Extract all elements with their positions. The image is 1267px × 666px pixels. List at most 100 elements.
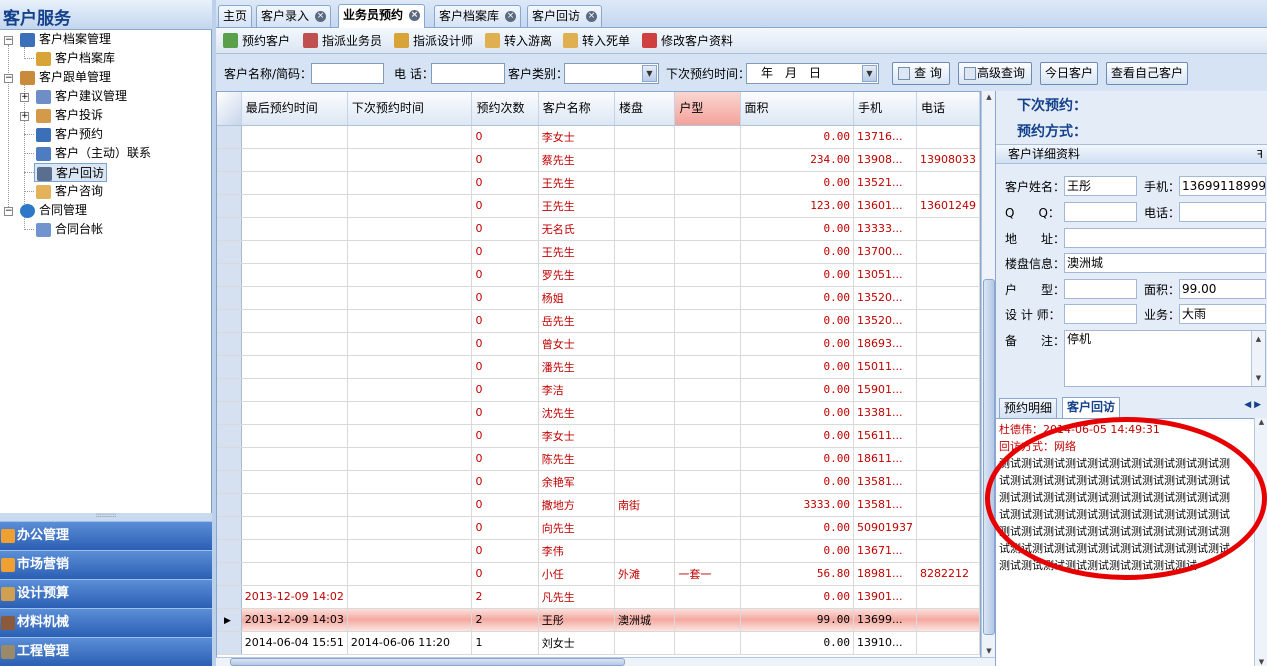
scroll-up-icon[interactable]: ▲: [1255, 418, 1267, 426]
table-cell[interactable]: [916, 309, 980, 333]
col-customer-name[interactable]: 客户名称: [538, 92, 615, 126]
tab-home[interactable]: 主页: [218, 5, 253, 27]
table-row[interactable]: 2013-12-09 14:02 2 凡先生 0.00 13901...: [217, 585, 980, 609]
table-cell[interactable]: [241, 194, 348, 218]
table-cell[interactable]: 曾女士: [538, 332, 615, 356]
table-row[interactable]: 0 小任 外滩 一套一 56.80 18981... 8282212: [217, 562, 980, 586]
table-cell[interactable]: [614, 217, 676, 241]
table-cell[interactable]: [241, 240, 348, 264]
tel-field[interactable]: [1179, 202, 1266, 222]
table-cell[interactable]: [347, 263, 473, 287]
table-cell[interactable]: 13521...: [853, 171, 917, 195]
table-cell[interactable]: [916, 171, 980, 195]
table-cell[interactable]: 李女士: [538, 424, 615, 448]
tree-item-archive-lib[interactable]: 客户档案库: [36, 49, 115, 68]
table-cell[interactable]: 0: [471, 309, 539, 333]
table-cell[interactable]: [347, 240, 473, 264]
table-row[interactable]: 0 曾女士 0.00 18693...: [217, 332, 980, 356]
phone-input[interactable]: [431, 63, 505, 84]
table-cell[interactable]: [241, 263, 348, 287]
table-cell[interactable]: [916, 631, 980, 655]
scroll-down-icon[interactable]: ▼: [1252, 370, 1265, 386]
table-cell[interactable]: [916, 447, 980, 471]
table-cell[interactable]: 澳洲城: [614, 608, 676, 632]
row-indicator[interactable]: [217, 171, 242, 195]
table-cell[interactable]: [614, 516, 676, 540]
expand-toggle[interactable]: +: [20, 93, 29, 102]
table-cell[interactable]: [674, 240, 741, 264]
table-cell[interactable]: 0: [471, 217, 539, 241]
table-row[interactable]: 0 李女士 0.00 15611...: [217, 424, 980, 448]
table-cell[interactable]: [674, 631, 741, 655]
table-cell[interactable]: [347, 585, 473, 609]
table-cell[interactable]: 13716...: [853, 125, 917, 149]
table-cell[interactable]: [347, 447, 473, 471]
table-cell[interactable]: 0.00: [740, 332, 854, 356]
table-cell[interactable]: [241, 125, 348, 149]
close-icon[interactable]: ×: [315, 11, 327, 22]
table-cell[interactable]: 99.00: [740, 608, 854, 632]
move-free-button[interactable]: 转入游离: [485, 32, 552, 50]
table-cell[interactable]: 0.00: [740, 355, 854, 379]
nav-marketing[interactable]: 市场营销: [0, 550, 212, 579]
table-cell[interactable]: [916, 585, 980, 609]
table-cell[interactable]: 2: [471, 585, 539, 609]
table-cell[interactable]: [614, 125, 676, 149]
table-row[interactable]: 0 撒地方 南街 3333.00 13581...: [217, 493, 980, 517]
table-cell[interactable]: 3333.00: [740, 493, 854, 517]
table-cell[interactable]: 0: [471, 240, 539, 264]
table-cell[interactable]: [347, 332, 473, 356]
table-cell[interactable]: [347, 309, 473, 333]
table-cell[interactable]: 0.00: [740, 585, 854, 609]
scroll-down-icon[interactable]: ▼: [983, 645, 995, 657]
table-cell[interactable]: 0: [471, 125, 539, 149]
table-cell[interactable]: [674, 125, 741, 149]
scroll-thumb[interactable]: [983, 279, 995, 635]
table-cell[interactable]: [674, 286, 741, 310]
table-cell[interactable]: 蔡先生: [538, 148, 615, 172]
table-cell[interactable]: [614, 194, 676, 218]
table-row[interactable]: 0 余艳军 0.00 13581...: [217, 470, 980, 494]
table-cell[interactable]: [241, 539, 348, 563]
edit-customer-button[interactable]: 修改客户资料: [642, 32, 733, 50]
table-cell[interactable]: 0: [471, 401, 539, 425]
row-indicator[interactable]: [217, 424, 242, 448]
tab-customer-entry[interactable]: 客户录入 ×: [256, 5, 332, 27]
table-cell[interactable]: 18693...: [853, 332, 917, 356]
row-indicator[interactable]: [217, 447, 242, 471]
row-indicator[interactable]: [217, 631, 242, 655]
table-cell[interactable]: [241, 355, 348, 379]
table-cell[interactable]: 13520...: [853, 309, 917, 333]
table-cell[interactable]: 沈先生: [538, 401, 615, 425]
collapse-toggle[interactable]: −: [4, 207, 13, 216]
table-cell[interactable]: 0: [471, 493, 539, 517]
table-row[interactable]: 0 李伟 0.00 13671...: [217, 539, 980, 563]
col-estate[interactable]: 楼盘: [614, 92, 676, 126]
table-cell[interactable]: 0.00: [740, 539, 854, 563]
col-next-appoint[interactable]: 下次预约时间: [347, 92, 473, 126]
table-cell[interactable]: [347, 401, 473, 425]
table-cell[interactable]: 2013-12-09 14:02: [241, 585, 348, 609]
table-cell[interactable]: [674, 539, 741, 563]
tree-item-revisit[interactable]: 客户回访: [34, 163, 108, 182]
row-indicator[interactable]: [217, 516, 242, 540]
table-cell[interactable]: 18611...: [853, 447, 917, 471]
table-cell[interactable]: [916, 355, 980, 379]
table-cell[interactable]: 0.00: [740, 631, 854, 655]
table-cell[interactable]: [674, 355, 741, 379]
col-area[interactable]: 面积: [740, 92, 854, 126]
tab-customer-revisit[interactable]: 客户回访: [1062, 397, 1121, 419]
table-row[interactable]: 2014-06-04 15:51 2014-06-06 11:20 1 刘女士 0.00…: [217, 631, 980, 655]
table-cell[interactable]: 向先生: [538, 516, 615, 540]
table-cell[interactable]: [347, 286, 473, 310]
table-cell[interactable]: [916, 470, 980, 494]
table-cell[interactable]: 0.00: [740, 470, 854, 494]
table-cell[interactable]: 0: [471, 378, 539, 402]
table-cell[interactable]: [916, 240, 980, 264]
tab-revisit[interactable]: 客户回访 ×: [527, 5, 603, 27]
table-cell[interactable]: [241, 493, 348, 517]
tree-item-followup-mgmt[interactable]: 客户跟单管理: [20, 68, 111, 87]
table-row[interactable]: 0 向先生 0.00 50901937: [217, 516, 980, 540]
table-cell[interactable]: [916, 217, 980, 241]
close-icon[interactable]: ×: [586, 11, 598, 22]
